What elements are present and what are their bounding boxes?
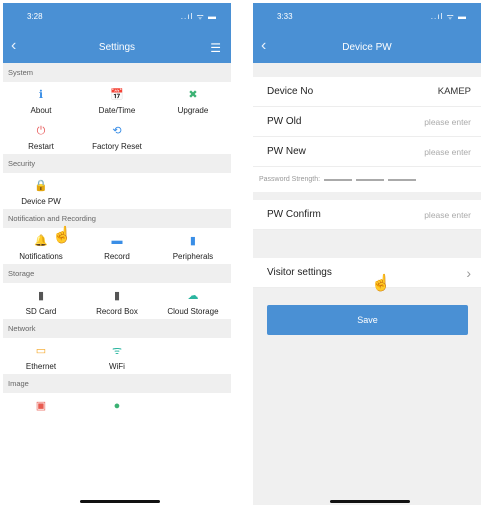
settings-item[interactable]: ● bbox=[79, 393, 155, 429]
settings-row: ℹ About 📅 Date/Time ✖ Upgrade bbox=[3, 82, 231, 118]
password-strength-label: Password Strength: bbox=[259, 176, 321, 183]
wifi-icon: ᯤ bbox=[111, 345, 122, 357]
status-icons: ..ıl ᯤ ▬ bbox=[180, 12, 217, 21]
settings-item-label: Notifications bbox=[19, 252, 63, 261]
info-icon: ℹ bbox=[38, 89, 44, 101]
settings-item[interactable]: ▮ SD Card bbox=[3, 283, 79, 319]
section-header: Security bbox=[3, 154, 231, 173]
device-pw-header: 3:33 ..ıl ᯤ ▬ ‹ Device PW bbox=[253, 3, 481, 63]
pw-old-label: PW Old bbox=[267, 116, 302, 127]
strength-bar-3 bbox=[388, 178, 417, 181]
pointer-hand-icon: ☝ bbox=[52, 227, 72, 244]
lock-icon: 🔒 bbox=[34, 180, 48, 192]
settings-item[interactable]: ☁ Cloud Storage bbox=[155, 283, 231, 319]
section-header: Network bbox=[3, 319, 231, 338]
settings-item-label: Cloud Storage bbox=[167, 307, 219, 316]
status-time: 3:33 bbox=[277, 12, 293, 21]
settings-item-label: Record Box bbox=[96, 307, 138, 316]
status-time: 3:28 bbox=[27, 12, 43, 21]
sdcard-icon: ▮ bbox=[37, 290, 45, 302]
settings-item-label: Restart bbox=[28, 142, 54, 151]
peripheral-icon: ▮ bbox=[189, 235, 196, 247]
settings-item-label: Peripherals bbox=[172, 252, 214, 261]
pw-confirm-label: PW Confirm bbox=[267, 209, 321, 220]
settings-item-label: WiFi bbox=[108, 362, 125, 371]
home-indicator bbox=[80, 500, 160, 503]
pw-old-row[interactable]: PW Old please enter bbox=[253, 107, 481, 137]
pw-old-field[interactable]: please enter bbox=[424, 117, 471, 127]
chevron-right-icon: › bbox=[466, 264, 471, 281]
device-no-value: KAMEP bbox=[437, 86, 471, 97]
osd-icon: ● bbox=[113, 400, 121, 412]
nav-bar: ‹ Settings ☰ bbox=[3, 37, 231, 59]
status-bar: 3:28 ..ıl ᯤ ▬ bbox=[3, 9, 231, 23]
settings-item-label: Ethernet bbox=[25, 362, 57, 371]
section-header: Notification and Recording bbox=[3, 209, 231, 228]
password-strength: Password Strength: bbox=[253, 167, 481, 192]
tools-icon: ✖ bbox=[188, 89, 198, 101]
settings-item[interactable]: ᯤ WiFi bbox=[79, 338, 155, 374]
pw-new-label: PW New bbox=[267, 146, 306, 157]
settings-item-label: SD Card bbox=[25, 307, 57, 316]
settings-row: ⏻ Restart ⟲ Factory Reset bbox=[3, 118, 231, 154]
strength-bar-1 bbox=[324, 178, 353, 181]
settings-row: 🔔 Notifications ▬ Record ▮ Peripherals bbox=[3, 228, 231, 264]
device-no-row: Device No KAMEP bbox=[253, 77, 481, 107]
section-header: Image bbox=[3, 374, 231, 393]
restart-icon: ⏻ bbox=[36, 125, 46, 137]
settings-item[interactable]: ⏻ Restart bbox=[3, 118, 79, 154]
settings-row: 🔒 Device PW bbox=[3, 173, 231, 209]
settings-item-label: About bbox=[30, 106, 52, 115]
settings-item[interactable]: ▭ Ethernet bbox=[3, 338, 79, 374]
strength-bar-2 bbox=[356, 178, 385, 181]
pw-new-field[interactable]: please enter bbox=[424, 147, 471, 157]
settings-item-label: Factory Reset bbox=[92, 142, 142, 151]
settings-row: ▣ ● bbox=[3, 393, 231, 429]
video-icon: ▬ bbox=[111, 235, 123, 247]
settings-screen: 3:28 ..ıl ᯤ ▬ ‹ Settings ☰ System ℹ About 📅… bbox=[3, 3, 231, 505]
settings-item[interactable]: ⟲ Factory Reset bbox=[79, 118, 155, 154]
pointer-hand-icon: ☝ bbox=[371, 275, 391, 292]
settings-item[interactable]: ▮ Peripherals bbox=[155, 228, 231, 264]
calendar-icon: 📅 bbox=[110, 89, 124, 101]
settings-item[interactable]: 🔒 Device PW bbox=[3, 173, 79, 209]
settings-item-label: Record bbox=[104, 252, 130, 261]
cloud-icon: ☁ bbox=[187, 290, 199, 302]
status-icons: ..ıl ᯤ ▬ bbox=[430, 12, 467, 21]
status-bar: 3:33 ..ıl ᯤ ▬ bbox=[253, 9, 481, 23]
settings-item[interactable]: ▮ Record Box bbox=[79, 283, 155, 319]
pw-confirm-row[interactable]: PW Confirm please enter bbox=[253, 200, 481, 230]
settings-item[interactable]: ✖ Upgrade bbox=[155, 82, 231, 118]
reset-icon: ⟲ bbox=[112, 125, 122, 137]
ethernet-icon: ▭ bbox=[35, 345, 47, 357]
pw-confirm-field[interactable]: please enter bbox=[424, 210, 471, 220]
settings-item[interactable]: ▬ Record bbox=[79, 228, 155, 264]
page-title: Device PW bbox=[342, 42, 392, 53]
list-menu-icon[interactable]: ☰ bbox=[210, 41, 221, 55]
pw-new-row[interactable]: PW New please enter bbox=[253, 137, 481, 167]
settings-header: 3:28 ..ıl ᯤ ▬ ‹ Settings ☰ bbox=[3, 3, 231, 63]
settings-list: System ℹ About 📅 Date/Time ✖ Upgrade ⏻ Restart ⟲ F… bbox=[3, 63, 231, 429]
nav-bar: ‹ Device PW bbox=[253, 37, 481, 59]
settings-item-label: Date/Time bbox=[98, 106, 136, 115]
settings-item[interactable]: ▣ bbox=[3, 393, 79, 429]
settings-row: ▭ Ethernet ᯤ WiFi bbox=[3, 338, 231, 374]
device-no-label: Device No bbox=[267, 86, 314, 97]
page-title: Settings bbox=[98, 42, 136, 53]
settings-item[interactable]: 📅 Date/Time bbox=[79, 82, 155, 118]
visitor-settings-label: Visitor settings bbox=[267, 267, 332, 278]
settings-item-label: Device PW bbox=[21, 197, 61, 206]
image-icon: ▣ bbox=[35, 400, 47, 412]
recordbox-icon: ▮ bbox=[113, 290, 120, 302]
visitor-settings-row[interactable]: Visitor settings › bbox=[253, 258, 481, 288]
settings-row: ▮ SD Card ▮ Record Box ☁ Cloud Storage bbox=[3, 283, 231, 319]
device-pw-screen: 3:33 ..ıl ᯤ ▬ ‹ Device PW Device No KAME… bbox=[253, 3, 481, 505]
section-header: Storage bbox=[3, 264, 231, 283]
settings-item-label: Upgrade bbox=[177, 106, 209, 115]
settings-item[interactable]: ℹ About bbox=[3, 82, 79, 118]
home-indicator bbox=[330, 500, 410, 503]
section-header: System bbox=[3, 63, 231, 82]
save-button[interactable]: Save bbox=[267, 305, 468, 335]
